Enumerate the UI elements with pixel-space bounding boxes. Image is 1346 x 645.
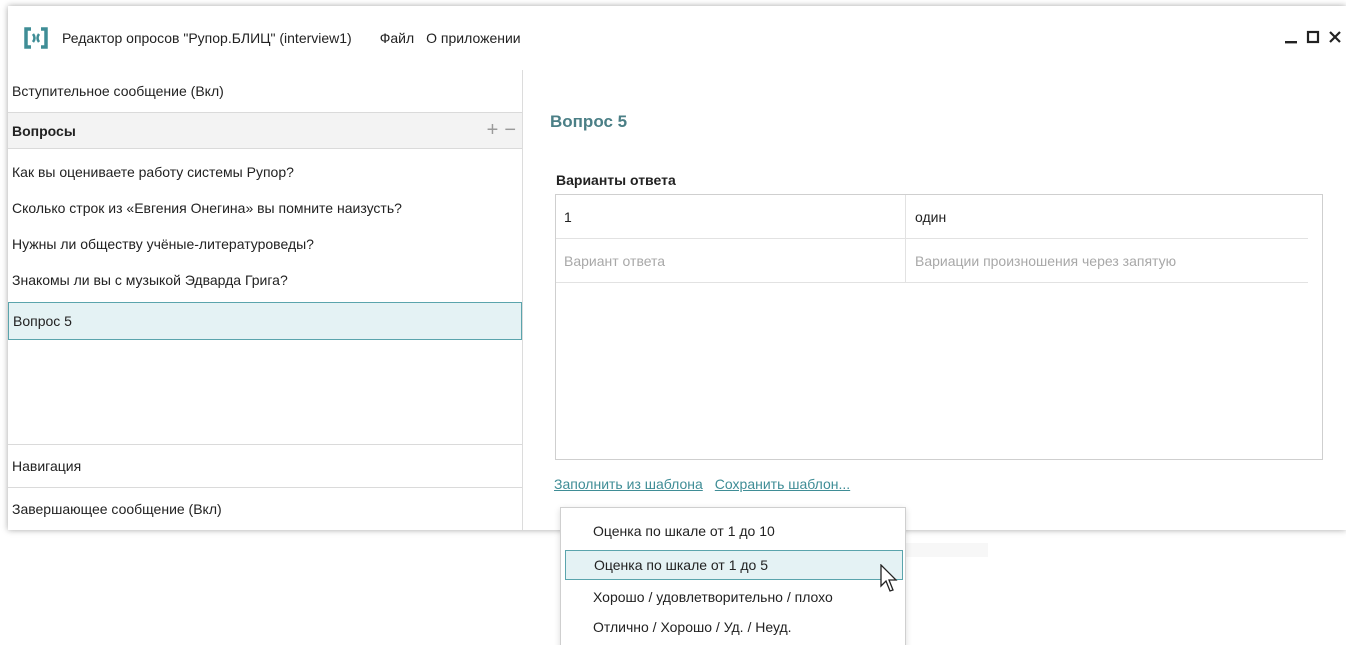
- new-answer-input[interactable]: Вариант ответа: [564, 239, 665, 283]
- question-list-item[interactable]: Знакомы ли вы с музыкой Эдварда Грига?: [8, 264, 522, 296]
- question-label: Знакомы ли вы с музыкой Эдварда Грига?: [12, 272, 288, 288]
- template-option-label: Оценка по шкале от 1 до 10: [593, 523, 775, 539]
- question-title: Вопрос 5: [550, 112, 628, 131]
- questions-header: Вопросы + −: [8, 113, 522, 148]
- template-dropdown: Оценка по шкале от 1 до 10 Оценка по шка…: [560, 507, 906, 645]
- row-divider: [556, 282, 1308, 283]
- variants-cell[interactable]: один: [915, 195, 946, 239]
- question-label: Сколько строк из «Евгения Онегина» вы по…: [12, 200, 402, 216]
- template-option-label: Отлично / Хорошо / Уд. / Неуд.: [593, 619, 792, 635]
- window-controls: [1280, 26, 1346, 48]
- sidebar-item-outro[interactable]: Завершающее сообщение (Вкл): [8, 488, 522, 530]
- template-option[interactable]: Оценка по шкале от 1 до 10: [565, 516, 903, 546]
- sidebar-item-intro[interactable]: Вступительное сообщение (Вкл): [8, 70, 522, 112]
- title-bar: Редактор опросов "Рупор.БЛИЦ" (interview…: [8, 6, 1346, 70]
- maximize-icon: [1306, 30, 1320, 44]
- question-list-item-selected[interactable]: Вопрос 5: [8, 302, 522, 340]
- template-option[interactable]: Отлично / Хорошо / Уд. / Неуд.: [565, 612, 903, 642]
- question-label: Как вы оцениваете работу системы Рупор?: [12, 164, 294, 180]
- answer-cell[interactable]: 1: [564, 195, 572, 239]
- template-option[interactable]: Хорошо / удовлетворительно / плохо: [565, 582, 903, 612]
- questions-header-label: Вопросы: [12, 122, 76, 139]
- add-question-button[interactable]: +: [487, 119, 499, 142]
- sidebar-item-label: Вступительное сообщение (Вкл): [12, 83, 224, 99]
- column-divider: [905, 239, 906, 283]
- question-list-item[interactable]: Нужны ли обществу учёные-литературоведы?: [8, 228, 522, 260]
- menu-file[interactable]: Файл: [380, 30, 414, 46]
- template-links: Заполнить из шаблона Сохранить шаблон...: [554, 476, 850, 492]
- minimize-icon: [1285, 41, 1297, 44]
- table-row: 1 один: [556, 195, 1308, 239]
- new-variants-input[interactable]: Вариации произношения через запятую: [915, 239, 1176, 283]
- mouse-pointer-icon: [880, 563, 902, 597]
- table-row-new: Вариант ответа Вариации произношения чер…: [556, 239, 1308, 283]
- minimize-button[interactable]: [1280, 26, 1302, 48]
- menu-about[interactable]: О приложении: [426, 30, 520, 46]
- background-artifact: [906, 543, 988, 557]
- template-option-label: Хорошо / удовлетворительно / плохо: [593, 589, 833, 605]
- app-logo-icon: [22, 24, 50, 52]
- save-template-link[interactable]: Сохранить шаблон...: [715, 476, 850, 492]
- column-divider: [905, 195, 906, 239]
- sidebar: Вступительное сообщение (Вкл) Вопросы + …: [8, 70, 523, 530]
- sidebar-item-label: Завершающее сообщение (Вкл): [12, 501, 222, 517]
- close-icon: [1329, 31, 1341, 43]
- questions-actions: + −: [487, 113, 516, 148]
- template-option-label: Оценка по шкале от 1 до 5: [594, 557, 769, 573]
- divider: [8, 148, 522, 149]
- template-option-highlighted[interactable]: Оценка по шкале от 1 до 5: [565, 550, 903, 580]
- remove-question-button[interactable]: −: [504, 119, 516, 142]
- app-window: Редактор опросов "Рупор.БЛИЦ" (interview…: [8, 6, 1346, 530]
- sidebar-item-navigation[interactable]: Навигация: [8, 445, 522, 487]
- window-title: Редактор опросов "Рупор.БЛИЦ" (interview…: [62, 30, 352, 46]
- answers-table: 1 один Вариант ответа Вариации произноше…: [555, 194, 1323, 460]
- answers-label: Варианты ответа: [556, 172, 676, 188]
- question-label: Вопрос 5: [13, 313, 72, 329]
- question-list-item[interactable]: Как вы оцениваете работу системы Рупор?: [8, 156, 522, 188]
- question-label: Нужны ли обществу учёные-литературоведы?: [12, 236, 314, 252]
- question-list-item[interactable]: Сколько строк из «Евгения Онегина» вы по…: [8, 192, 522, 224]
- question-editor: Вопрос 5 Варианты ответа 1 один Вариант …: [523, 70, 1346, 530]
- sidebar-item-label: Навигация: [12, 458, 82, 474]
- fill-from-template-link[interactable]: Заполнить из шаблона: [554, 476, 703, 492]
- maximize-button[interactable]: [1302, 26, 1324, 48]
- close-button[interactable]: [1324, 26, 1346, 48]
